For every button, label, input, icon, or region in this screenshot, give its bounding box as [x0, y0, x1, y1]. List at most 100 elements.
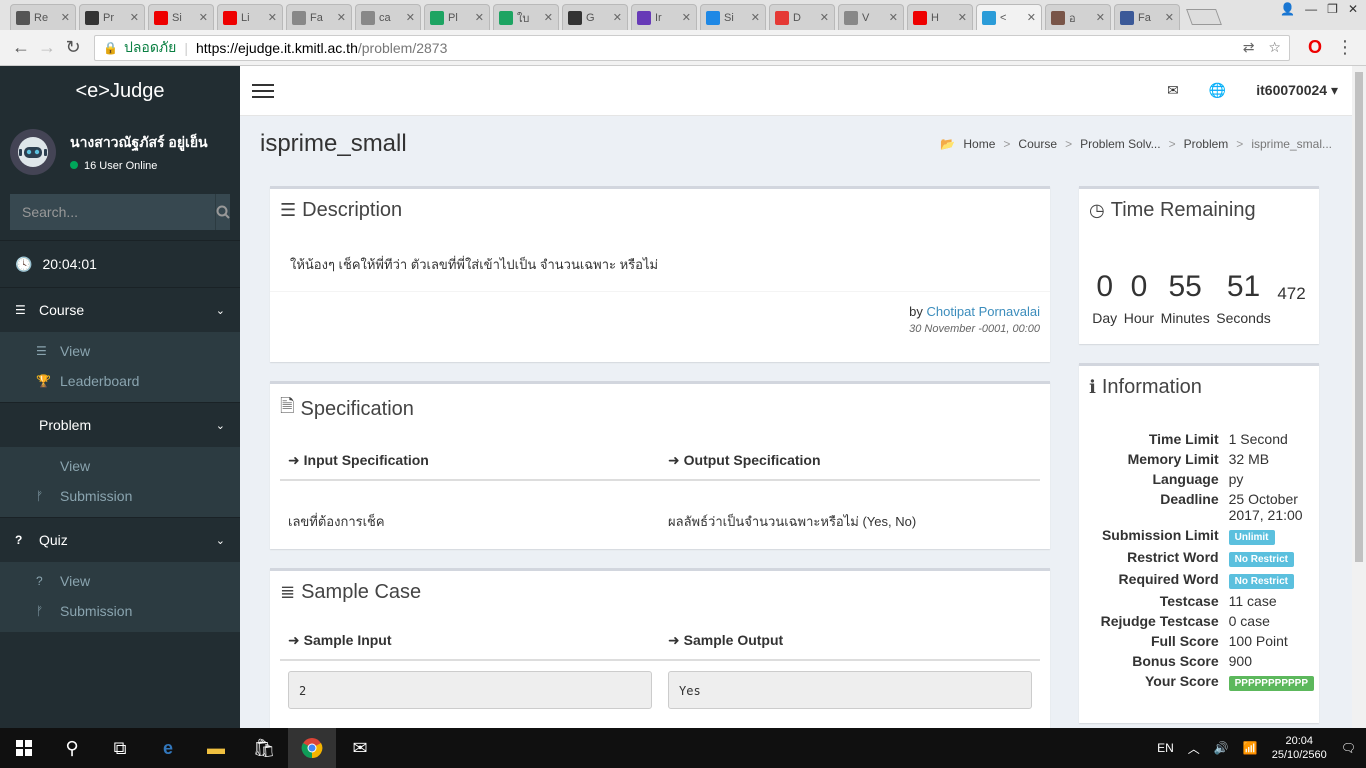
url-input[interactable]: 🔒 ปลอดภัย | https://ejudge.it.kmitl.ac.t… [94, 34, 1290, 61]
tab-close-icon[interactable]: ✕ [544, 11, 553, 24]
tab-close-icon[interactable]: ✕ [475, 11, 484, 24]
minimize-button[interactable]: — [1305, 2, 1317, 16]
sidebar-item-view[interactable]: ? View [0, 566, 240, 596]
tab-close-icon[interactable]: ✕ [406, 11, 415, 24]
back-icon[interactable]: ← [8, 37, 34, 58]
tab-close-icon[interactable]: ✕ [820, 11, 829, 24]
tab-close-icon[interactable]: ✕ [613, 11, 622, 24]
windows-start-icon[interactable] [0, 728, 48, 768]
close-window-button[interactable]: ✕ [1348, 2, 1358, 16]
tab-close-icon[interactable]: ✕ [889, 11, 898, 24]
file-explorer-icon[interactable]: ▬ [192, 728, 240, 768]
forward-icon[interactable]: → [34, 37, 60, 58]
info-key: Rejudge Testcase [1100, 613, 1219, 629]
sidebar-toggle-icon[interactable] [252, 83, 274, 98]
taskbar-clock[interactable]: 20:04 25/10/2560 [1272, 734, 1327, 762]
breadcrumb: 📂 Home > Course > Problem Solv... > Problem > isp… [940, 137, 1332, 151]
search-input[interactable] [10, 194, 215, 230]
sidebar-section-quiz[interactable]: ? Quiz ⌄ [0, 517, 240, 562]
tab-title: Li [241, 11, 250, 24]
chrome-icon[interactable] [288, 728, 336, 768]
menu-dots-icon[interactable]: ⋮ [1332, 37, 1358, 58]
info-row: Rejudge Testcase 0 case [1089, 611, 1319, 631]
reload-icon[interactable]: ↻ [60, 37, 86, 58]
browser-tab[interactable]: H ✕ [907, 4, 973, 30]
browser-tab[interactable]: Pl ✕ [424, 4, 490, 30]
store-icon[interactable]: 🛍 [240, 728, 288, 768]
search-button[interactable] [215, 194, 230, 230]
browser-tab[interactable]: Pr ✕ [79, 4, 145, 30]
browser-tab[interactable]: Si ✕ [148, 4, 214, 30]
sidebar-item-view[interactable]: ☰ View [0, 336, 240, 366]
sample-input-block[interactable]: 2 [288, 671, 652, 709]
bookmark-star-icon[interactable]: ☆ [1268, 39, 1281, 56]
notification-icon[interactable]: 🗨 [1341, 741, 1356, 755]
sidebar-item-submission[interactable]: ᚠ Submission [0, 596, 240, 626]
translate-icon[interactable]: ⇄ [1243, 39, 1255, 56]
browser-tab[interactable]: < ✕ [976, 4, 1042, 30]
browser-tab[interactable]: V ✕ [838, 4, 904, 30]
tab-close-icon[interactable]: ✕ [751, 11, 760, 24]
chevron-up-icon[interactable]: ︿ [1188, 740, 1200, 757]
profile-icon[interactable]: 👤 [1280, 2, 1295, 16]
browser-tab[interactable]: Fa ✕ [286, 4, 352, 30]
online-dot-icon [70, 161, 78, 169]
tab-close-icon[interactable]: ✕ [337, 11, 346, 24]
page-scrollbar[interactable] [1352, 66, 1366, 728]
restore-button[interactable]: ❐ [1327, 2, 1338, 16]
tab-favicon-icon [85, 10, 99, 25]
tab-title: G [586, 11, 595, 24]
breadcrumb-item[interactable]: Home [963, 137, 995, 151]
browser-tab[interactable]: Ir ✕ [631, 4, 697, 30]
specification-heading: Specification [300, 397, 414, 420]
new-tab-button[interactable] [1186, 9, 1222, 25]
browser-tab[interactable]: ใบ ✕ [493, 4, 559, 30]
tab-close-icon[interactable]: ✕ [682, 11, 691, 24]
sidebar-section-problem[interactable]: Problem ⌄ [0, 402, 240, 447]
tab-close-icon[interactable]: ✕ [199, 11, 208, 24]
edge-icon[interactable]: e [144, 728, 192, 768]
language-indicator[interactable]: EN [1157, 741, 1174, 755]
sidebar-item-view[interactable]: View [0, 451, 240, 481]
sidebar-item-leaderboard[interactable]: 🏆 Leaderboard [0, 366, 240, 396]
browser-tab[interactable]: Li ✕ [217, 4, 283, 30]
breadcrumb-item[interactable]: Problem Solv... [1080, 137, 1160, 151]
sidebar-item-submission[interactable]: ᚠ Submission [0, 481, 240, 511]
tab-close-icon[interactable]: ✕ [130, 11, 139, 24]
browser-tab[interactable]: D ✕ [769, 4, 835, 30]
volume-icon[interactable]: 🔊 [1214, 741, 1229, 755]
browser-tab[interactable]: ca ✕ [355, 4, 421, 30]
sidebar-section-course[interactable]: ☰ Course ⌄ [0, 287, 240, 332]
wifi-icon[interactable]: 📶 [1243, 741, 1258, 755]
browser-tab[interactable]: อ ✕ [1045, 4, 1111, 30]
tab-close-icon[interactable]: ✕ [268, 11, 277, 24]
browser-tab[interactable]: Si ✕ [700, 4, 766, 30]
tab-favicon-icon [775, 10, 789, 25]
browser-tab[interactable]: Re ✕ [10, 4, 76, 30]
task-view-icon[interactable]: ⧉ [96, 728, 144, 768]
search-icon[interactable]: ⚲ [48, 728, 96, 768]
breadcrumb-item[interactable]: Problem [1184, 137, 1229, 151]
browser-tab[interactable]: G ✕ [562, 4, 628, 30]
clock-time: 20:04:01 [42, 256, 97, 272]
sample-output-block[interactable]: Yes [668, 671, 1032, 709]
info-row: Testcase 11 case [1089, 591, 1319, 611]
output-spec-heading: Output Specification [683, 452, 821, 468]
trophy-icon: 🏆 [36, 374, 51, 388]
tab-close-icon[interactable]: ✕ [1096, 11, 1105, 24]
info-key: Memory Limit [1127, 451, 1219, 467]
tab-close-icon[interactable]: ✕ [1027, 11, 1036, 24]
tab-close-icon[interactable]: ✕ [61, 11, 70, 24]
brand-logo[interactable]: <e>Judge [0, 66, 240, 116]
browser-tab[interactable]: Fa ✕ [1114, 4, 1180, 30]
user-dropdown[interactable]: it60070024 ▾ [1256, 82, 1338, 99]
tab-close-icon[interactable]: ✕ [958, 11, 967, 24]
scrollbar-thumb[interactable] [1355, 72, 1363, 562]
breadcrumb-item[interactable]: Course [1018, 137, 1057, 151]
mail-icon[interactable]: ✉ [336, 728, 384, 768]
author-link[interactable]: Chotipat Pornavalai [927, 304, 1040, 319]
tab-close-icon[interactable]: ✕ [1165, 11, 1174, 24]
globe-icon[interactable]: 🌐 [1209, 82, 1226, 99]
opera-extension-icon[interactable]: O [1308, 37, 1322, 58]
envelope-icon[interactable]: ✉ [1167, 82, 1179, 99]
